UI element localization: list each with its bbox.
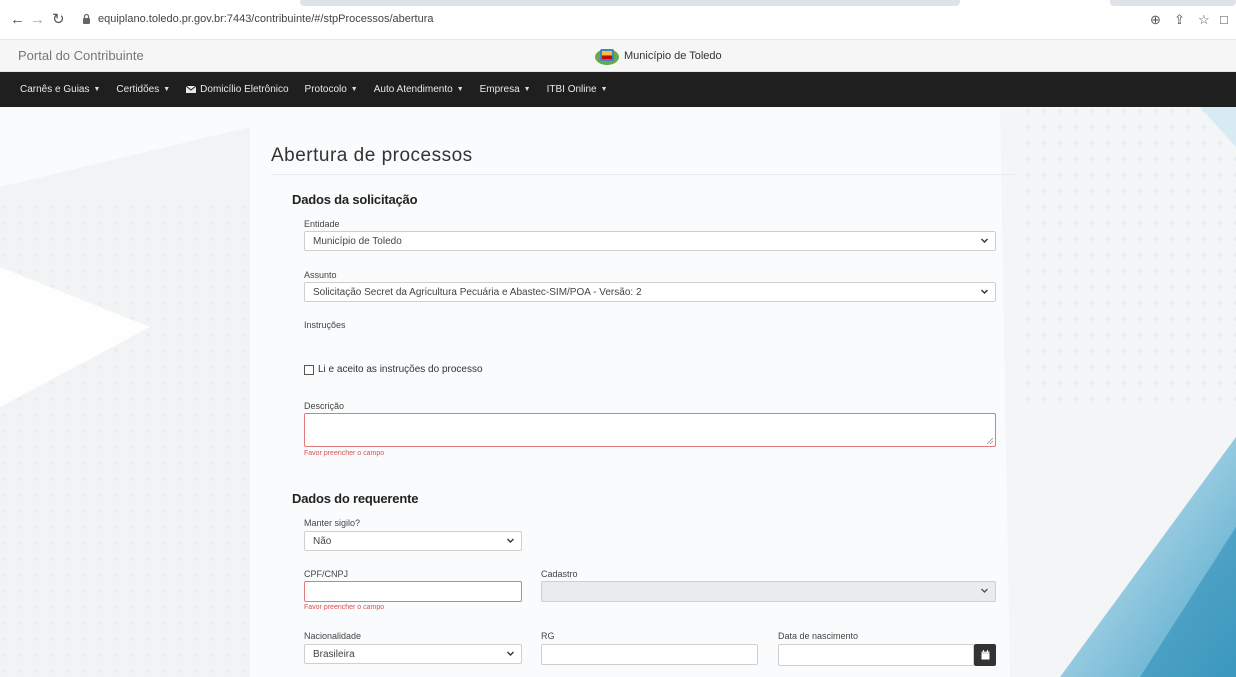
portal-header: Portal do Contribuinte Município de Tole… <box>0 40 1236 72</box>
sigilo-select[interactable]: Não <box>304 531 522 551</box>
rg-input[interactable] <box>541 644 758 665</box>
accept-instructions-checkbox[interactable]: Li e aceito as instruções do processo <box>304 364 483 375</box>
calendar-button[interactable] <box>974 644 996 666</box>
nav-label: Carnês e Guias <box>20 84 90 95</box>
descricao-label: Descrição <box>304 401 345 411</box>
assunto-select[interactable]: Solicitação Secret da Agricultura Pecuár… <box>304 282 996 302</box>
tab-strip <box>300 0 960 6</box>
caret-down-icon: ▼ <box>600 86 608 93</box>
nav-empresa[interactable]: Empresa ▼ <box>480 84 531 95</box>
checkbox-box[interactable] <box>304 364 314 375</box>
portal-title: Portal do Contribuinte <box>18 48 144 63</box>
chevron-down-icon <box>507 651 514 656</box>
nav-label: Auto Atendimento <box>373 84 453 95</box>
nav-auto-atendimento[interactable]: Auto Atendimento ▼ <box>374 84 464 95</box>
nav-domicilio-eletronico[interactable]: Domicílio Eletrônico <box>186 84 289 95</box>
page-title: Abertura de processos <box>271 145 473 166</box>
cpf-cnpj-label: CPF/CNPJ <box>304 569 349 579</box>
title-divider <box>271 174 1015 175</box>
section-title-solicitacao: Dados da solicitação <box>292 192 418 207</box>
entidade-select[interactable]: Município de Toledo <box>304 231 996 251</box>
instrucoes-label: Instruções <box>304 320 346 330</box>
nav-protocolo[interactable]: Protocolo ▼ <box>305 84 358 95</box>
nav-carnes-guias[interactable]: Carnês e Guias ▼ <box>20 84 100 95</box>
nav-label: Certidões <box>116 84 160 95</box>
sigilo-value: Não <box>313 536 332 547</box>
entidade-label: Entidade <box>304 219 340 229</box>
address-bar[interactable]: equiplano.toledo.pr.gov.br:7443/contribu… <box>76 9 956 31</box>
sigilo-label: Manter sigilo? <box>304 518 361 528</box>
caret-down-icon: ▼ <box>163 86 171 93</box>
caret-down-icon: ▼ <box>456 86 464 93</box>
toledo-crest-icon <box>595 49 619 65</box>
nacionalidade-select[interactable]: Brasileira <box>304 644 522 664</box>
cadastro-label: Cadastro <box>541 569 578 579</box>
caret-down-icon: ▼ <box>523 86 531 93</box>
assunto-label: Assunto <box>304 270 337 280</box>
caret-down-icon: ▼ <box>350 86 358 93</box>
data-nascimento-label: Data de nascimento <box>778 631 859 641</box>
descricao-textarea[interactable] <box>304 413 996 447</box>
cpf-cnpj-input[interactable] <box>304 581 522 602</box>
main-navbar: Carnês e Guias ▼ Certidões ▼ Domicílio Ele… <box>0 72 1236 107</box>
chevron-down-icon <box>981 238 988 243</box>
chevron-down-icon <box>981 289 988 294</box>
assunto-value: Solicitação Secret da Agricultura Pecuár… <box>313 287 642 298</box>
rg-label: RG <box>541 631 555 641</box>
reload-icon[interactable]: ↻ <box>52 12 65 28</box>
back-icon[interactable]: ← <box>10 12 25 28</box>
share-icon[interactable]: ⇪ <box>1174 12 1185 28</box>
nacionalidade-label: Nacionalidade <box>304 631 362 641</box>
tab-strip-right <box>1110 0 1236 6</box>
cadastro-select[interactable] <box>541 581 996 602</box>
data-nascimento-input[interactable] <box>778 644 974 666</box>
nav-certidoes[interactable]: Certidões ▼ <box>116 84 170 95</box>
browser-toolbar: ← → ↻ equiplano.toledo.pr.gov.br:7443/co… <box>0 0 1236 40</box>
nav-label: Empresa <box>479 84 520 95</box>
nav-label: Protocolo <box>304 84 347 95</box>
lock-icon <box>83 13 90 24</box>
envelope-icon <box>186 86 197 93</box>
forward-icon[interactable]: → <box>30 12 45 28</box>
caret-down-icon: ▼ <box>93 86 101 93</box>
bookmark-star-icon[interactable]: ☆ <box>1198 12 1210 28</box>
brand-name: Município de Toledo <box>624 50 722 62</box>
descricao-error: Favor preencher o campo <box>304 450 385 457</box>
portal-brand[interactable]: Município de Toledo <box>594 45 722 67</box>
chevron-down-icon <box>981 588 988 593</box>
side-panel-icon[interactable]: □ <box>1220 12 1228 27</box>
chevron-down-icon <box>507 538 514 543</box>
nacionalidade-value: Brasileira <box>313 649 355 660</box>
nav-label: Domicílio Eletrônico <box>200 84 289 95</box>
install-icon[interactable]: ⊕ <box>1150 12 1161 28</box>
calendar-icon <box>981 650 989 660</box>
cpf-cnpj-error: Favor preencher o campo <box>304 604 385 611</box>
nav-itbi-online[interactable]: ITBI Online ▼ <box>547 84 608 95</box>
nav-label: ITBI Online <box>546 84 597 95</box>
entidade-value: Município de Toledo <box>313 236 402 247</box>
resize-handle-icon[interactable] <box>987 438 993 444</box>
url-text: equiplano.toledo.pr.gov.br:7443/contribu… <box>98 13 434 25</box>
accept-instructions-label: Li e aceito as instruções do processo <box>318 364 483 375</box>
section-title-requerente: Dados do requerente <box>292 491 419 506</box>
